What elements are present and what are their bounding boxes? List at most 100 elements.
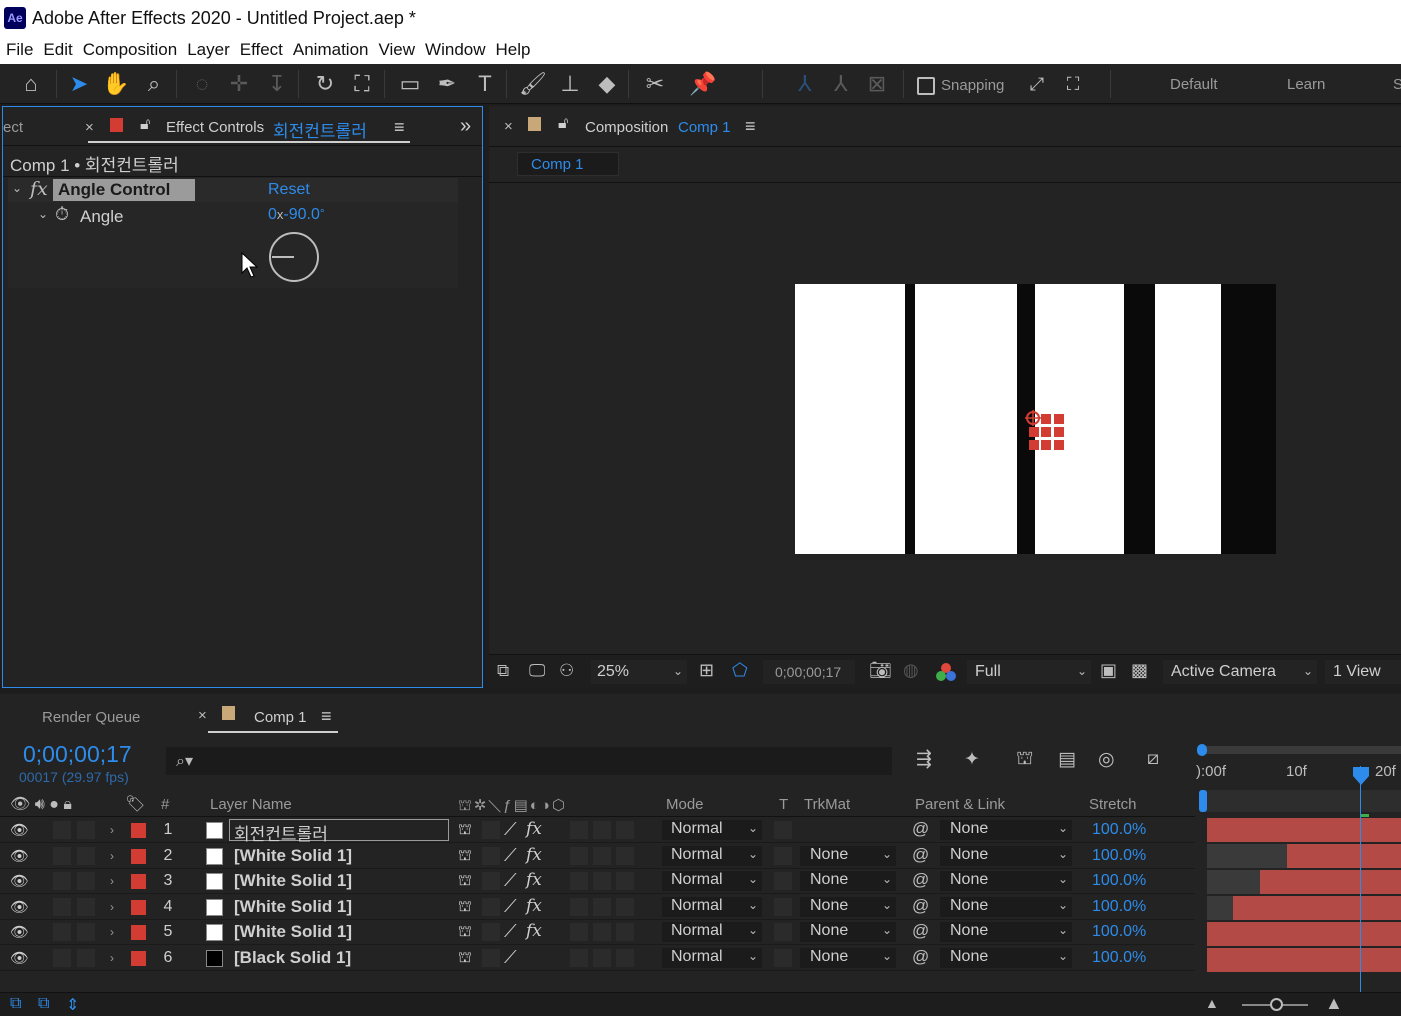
quality-switch-icon[interactable]: ⟋ xyxy=(504,947,517,968)
shy-switch-icon[interactable]: ⛫ xyxy=(458,847,472,866)
shy-switch-icon[interactable]: ⛫ xyxy=(458,872,472,891)
close-tab-icon[interactable]: × xyxy=(198,707,207,724)
visibility-eye-icon[interactable]: 👁︎ xyxy=(10,898,29,916)
current-time-field[interactable]: 0;00;00;17 xyxy=(763,660,855,684)
layer-switches-toggle-icon[interactable]: ⧉ xyxy=(10,995,21,1013)
frame-blend-switch[interactable] xyxy=(570,897,588,916)
layer-duration-bar[interactable] xyxy=(1287,844,1401,868)
eraser-tool-icon[interactable]: ◆ xyxy=(592,70,622,98)
quality-switch-icon[interactable]: ⟋ xyxy=(504,921,517,942)
composition-mini-flowchart-icon[interactable]: ⇶ xyxy=(916,748,932,771)
3d-layer-switch[interactable] xyxy=(616,897,634,916)
pan-behind-tool-icon[interactable]: ⛶ xyxy=(347,70,377,98)
motion-blur-switch[interactable] xyxy=(593,897,611,916)
layer-row[interactable]: 👁︎ › 6 [Black Solid 1] ⛫ ⟋ Normal ⌄ None ⌄ @ None ⌄ 1… xyxy=(0,946,1195,971)
track-matte-dropdown[interactable]: None ⌄ xyxy=(800,922,896,943)
audio-toggle[interactable] xyxy=(53,897,71,916)
expand-chevron-icon[interactable]: › xyxy=(110,951,114,965)
effect-switch-icon[interactable]: fx xyxy=(526,896,542,916)
toggle-transparency-icon[interactable]: ▩ xyxy=(1131,660,1148,681)
zoom-out-icon[interactable]: ▲ xyxy=(1205,995,1219,1011)
audio-toggle[interactable] xyxy=(53,923,71,942)
stretch-value[interactable]: 100.0% xyxy=(1092,949,1146,967)
menu-animation[interactable]: Animation xyxy=(293,40,369,60)
lock-icon[interactable]: 🔓︎ xyxy=(558,115,568,133)
layer-search-input[interactable]: ⌕▾ xyxy=(166,747,892,775)
audio-toggle[interactable] xyxy=(53,872,71,891)
track-matte-dropdown[interactable]: None ⌄ xyxy=(800,896,896,917)
angle-dial-icon[interactable] xyxy=(267,230,321,284)
pick-whip-icon[interactable]: @ xyxy=(912,870,929,890)
parent-dropdown[interactable]: None ⌄ xyxy=(940,845,1072,866)
show-snapshot-icon[interactable]: ◍ xyxy=(903,660,919,681)
parent-dropdown[interactable]: None ⌄ xyxy=(940,871,1072,892)
zoom-in-icon[interactable]: ▲ xyxy=(1325,993,1343,1014)
always-preview-icon[interactable]: ⧉ xyxy=(497,661,509,681)
blend-mode-dropdown[interactable]: Normal ⌄ xyxy=(662,896,762,917)
stretch-value[interactable]: 100.0% xyxy=(1092,847,1146,865)
track-matte-dropdown[interactable]: None ⌄ xyxy=(800,845,896,866)
motion-blur-switch[interactable] xyxy=(593,923,611,942)
orbit-camera-icon[interactable]: ◌ xyxy=(187,70,217,98)
shy-switch-icon[interactable]: ⛫ xyxy=(458,949,472,968)
menu-help[interactable]: Help xyxy=(496,40,531,60)
effect-name[interactable]: Angle Control xyxy=(58,180,170,200)
motion-blur-switch[interactable] xyxy=(593,821,611,839)
resolution-dropdown[interactable]: Full ⌄ xyxy=(967,660,1091,684)
draft-3d-icon[interactable]: ✦ xyxy=(964,748,980,771)
stopwatch-icon[interactable]: ⏱︎ xyxy=(55,204,69,225)
work-area-bar[interactable] xyxy=(1200,746,1401,754)
mask-visibility-icon[interactable]: ⚇ xyxy=(559,661,574,681)
preserve-transparency-toggle[interactable] xyxy=(774,923,792,942)
snap-options-icon[interactable]: ⤢ xyxy=(1022,70,1052,98)
effect-controls-layer-name[interactable]: 회전컨트롤러 xyxy=(273,117,367,142)
layer-duration-bar[interactable] xyxy=(1260,870,1401,894)
solo-toggle[interactable] xyxy=(77,949,95,967)
brush-tool-icon[interactable]: 🖌 xyxy=(518,70,548,98)
layer-anchor-point-icon[interactable] xyxy=(1023,408,1069,452)
blend-mode-dropdown[interactable]: Normal ⌄ xyxy=(662,948,762,968)
layer-duration-bar[interactable] xyxy=(1207,948,1401,972)
preserve-transparency-toggle[interactable] xyxy=(774,949,792,967)
in-out-toggle-icon[interactable]: ⇕ xyxy=(66,995,79,1015)
visibility-eye-icon[interactable]: 👁︎ xyxy=(10,821,29,839)
layer-row[interactable]: 👁︎ › 2 [White Solid 1] ⛫ ⟋ fx Normal ⌄ None ⌄ @ None… xyxy=(0,843,1195,869)
quality-switch-icon[interactable]: ⟋ xyxy=(504,870,517,891)
camera-view-dropdown[interactable]: Active Camera ⌄ xyxy=(1163,660,1317,684)
quality-switch-icon[interactable]: ⟋ xyxy=(504,896,517,917)
visibility-eye-icon[interactable]: 👁︎ xyxy=(10,949,29,967)
parent-dropdown[interactable]: None ⌄ xyxy=(940,896,1072,917)
effect-switch-icon[interactable]: fx xyxy=(526,921,542,941)
preserve-transparency-toggle[interactable] xyxy=(774,821,792,839)
column-layer-name[interactable]: Layer Name xyxy=(210,796,292,813)
composition-tab-comp[interactable]: Comp 1 xyxy=(678,119,731,136)
angle-value[interactable]: 0x-90.0° xyxy=(268,206,325,224)
3d-layer-switch[interactable] xyxy=(616,846,634,865)
layer-name[interactable]: [White Solid 1] xyxy=(234,922,352,942)
lock-icon[interactable]: 🔓︎ xyxy=(140,116,150,134)
hand-tool-icon[interactable]: ✋ xyxy=(101,70,131,98)
shy-switch-icon[interactable]: ⛫ xyxy=(458,923,472,942)
frame-blend-switch[interactable] xyxy=(570,846,588,865)
project-tab-partial[interactable]: ect xyxy=(3,119,23,136)
label-color-icon[interactable] xyxy=(131,848,146,864)
label-color-icon[interactable] xyxy=(131,899,146,915)
expand-chevron-icon[interactable]: ⌄ xyxy=(38,207,48,221)
3d-layer-switch[interactable] xyxy=(616,821,634,839)
composition-tab-label[interactable]: Composition xyxy=(585,119,668,136)
layer-row[interactable]: 👁︎ › 4 [White Solid 1] ⛫ ⟋ fx Normal ⌄ None ⌄ @ None… xyxy=(0,894,1195,920)
snap-features-icon[interactable]: ⛶ xyxy=(1058,70,1088,98)
blend-mode-dropdown[interactable]: Normal ⌄ xyxy=(662,922,762,943)
audio-toggle[interactable] xyxy=(53,846,71,865)
expand-chevron-icon[interactable]: › xyxy=(110,900,114,914)
view-axis-icon[interactable]: ⊠ xyxy=(862,70,892,98)
3d-layer-switch[interactable] xyxy=(616,872,634,891)
workspace-more[interactable]: S xyxy=(1393,76,1401,93)
solo-toggle[interactable] xyxy=(77,821,95,839)
pick-whip-icon[interactable]: @ xyxy=(912,921,929,941)
color-channels-icon[interactable] xyxy=(935,662,957,682)
expand-chevron-icon[interactable]: › xyxy=(110,823,114,837)
visibility-eye-icon[interactable]: 👁︎ xyxy=(10,872,29,890)
work-area-start-handle[interactable] xyxy=(1197,744,1207,756)
frame-blend-switch[interactable] xyxy=(570,923,588,942)
